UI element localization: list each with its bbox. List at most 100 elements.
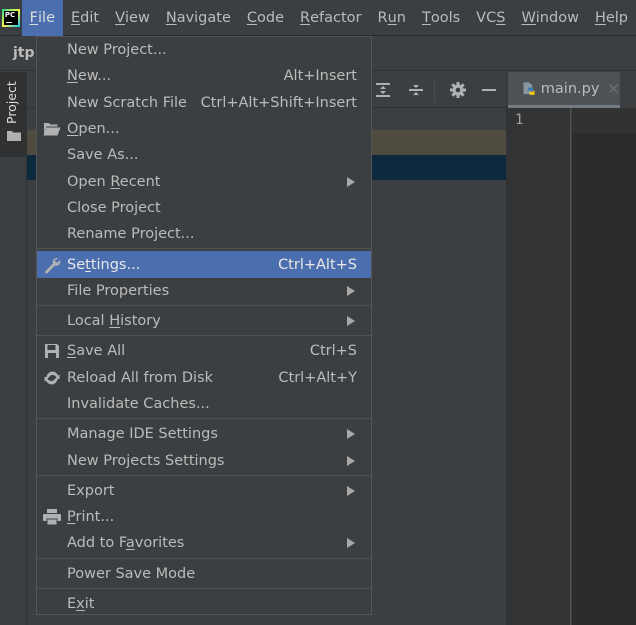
- menu-label-part: avigate: [176, 9, 231, 26]
- submenu-arrow-icon: [347, 176, 355, 187]
- menu-item-reload-all-from-disk[interactable]: Reload All from Disk Ctrl+Alt+Y: [37, 365, 371, 391]
- menu-item-label: Save As...: [67, 147, 139, 164]
- menu-item-save-as[interactable]: Save As...: [37, 142, 371, 168]
- menu-item-label: Reload All from Disk: [67, 369, 214, 386]
- logo-text: PC: [4, 10, 16, 19]
- menu-item-new-project[interactable]: New Project...: [37, 37, 371, 63]
- menu-item-new-scratch-file[interactable]: New Scratch File Ctrl+Alt+Shift+Insert: [37, 90, 371, 116]
- shortcut-label: Ctrl+Alt+Shift+Insert: [200, 94, 357, 111]
- shortcut-label: Ctrl+S: [309, 343, 357, 360]
- menu-item-label: Open...: [67, 121, 120, 138]
- menu-label-part: F: [29, 9, 39, 26]
- menu-tools[interactable]: Tools: [414, 0, 468, 36]
- menu-item-add-to-favorites[interactable]: Add to Favorites: [37, 530, 371, 556]
- close-tab-icon[interactable]: ✕: [607, 80, 620, 98]
- menu-label-part: V: [115, 9, 126, 26]
- menu-item-save-all[interactable]: Save All Ctrl+S: [37, 338, 371, 364]
- code-editor[interactable]: [572, 108, 636, 625]
- shortcut-label: Ctrl+Alt+Y: [278, 369, 357, 386]
- menu-label-part: u: [387, 9, 397, 26]
- menu-label-part: R: [377, 9, 388, 26]
- menu-label-part: ode: [257, 9, 285, 26]
- menu-item-label: Rename Project...: [67, 226, 195, 243]
- menu-item-open[interactable]: Open...: [37, 116, 371, 142]
- line-number: 1: [515, 112, 524, 128]
- menu-item-invalidate-caches[interactable]: Invalidate Caches...: [37, 391, 371, 417]
- file-menu-dropdown: New Project... New... Alt+Insert New Scratc…: [36, 36, 372, 615]
- menu-item-label: Power Save Mode: [67, 565, 196, 582]
- editor-tab-main-py[interactable]: main.py ✕: [508, 72, 620, 108]
- menu-label-part: efactor: [310, 9, 362, 26]
- submenu-arrow-icon: [347, 429, 355, 440]
- menu-item-label: Invalidate Caches...: [67, 396, 210, 412]
- menu-item-label: New Projects Settings: [67, 452, 225, 469]
- menu-label-part: dit: [80, 9, 100, 26]
- menu-label-part: n: [396, 9, 406, 26]
- menu-item-label: Settings...: [67, 256, 141, 273]
- menu-item-manage-ide-settings[interactable]: Manage IDE Settings: [37, 421, 371, 447]
- reload-icon: [42, 369, 62, 387]
- menu-item-label: Local History: [67, 313, 161, 330]
- menu-item-label: Close Project: [67, 199, 161, 216]
- submenu-arrow-icon: [347, 316, 355, 327]
- menu-item-new-projects-settings[interactable]: New Projects Settings: [37, 447, 371, 473]
- shortcut-label: Alt+Insert: [283, 68, 357, 85]
- project-name-breadcrumb[interactable]: jtp: [13, 45, 35, 61]
- collapse-all-icon[interactable]: [406, 80, 426, 100]
- menu-item-label: Exit: [67, 596, 95, 613]
- minimize-icon[interactable]: [479, 80, 499, 100]
- folder-icon: [7, 131, 21, 141]
- menu-item-file-properties[interactable]: File Properties: [37, 278, 371, 304]
- menu-item-print[interactable]: Print...: [37, 504, 371, 530]
- menu-edit[interactable]: Edit: [63, 0, 107, 36]
- menu-item-exit[interactable]: Exit: [37, 591, 371, 617]
- menu-item-power-save-mode[interactable]: Power Save Mode: [37, 561, 371, 587]
- editor-tabs: main.py ✕: [506, 72, 636, 108]
- save-icon: [42, 342, 62, 360]
- menu-label-part: iew: [125, 9, 150, 26]
- menu-item-new[interactable]: New... Alt+Insert: [37, 63, 371, 89]
- menu-item-label: Save All: [67, 343, 126, 360]
- toolbar-separator: [434, 78, 435, 102]
- menu-item-label: Manage IDE Settings: [67, 426, 218, 443]
- menu-label-part: R: [300, 9, 311, 26]
- menu-bar: PC File Edit View Navigate Code Refactor Ru n To…: [0, 0, 636, 36]
- menu-label-part: elp: [605, 9, 628, 26]
- menu-item-label: New Scratch File: [67, 94, 187, 111]
- submenu-arrow-icon: [347, 455, 355, 466]
- menu-code[interactable]: Code: [239, 0, 292, 36]
- menu-window[interactable]: Window: [513, 0, 587, 36]
- menu-view[interactable]: View: [107, 0, 158, 36]
- menu-item-label: New...: [67, 68, 112, 85]
- menu-refactor[interactable]: Refactor: [292, 0, 369, 36]
- menu-item-label: File Properties: [67, 282, 170, 299]
- menu-item-close-project[interactable]: Close Project: [37, 195, 371, 221]
- project-tool-window-button[interactable]: Project: [0, 72, 27, 157]
- menu-label-part: S: [496, 9, 506, 26]
- menu-vcs[interactable]: VC S: [468, 0, 513, 36]
- left-tool-stripe: Project: [0, 72, 27, 625]
- menu-label-part: E: [71, 9, 81, 26]
- menu-item-open-recent[interactable]: Open Recent: [37, 168, 371, 194]
- editor-tab-label: main.py: [540, 80, 600, 97]
- menu-item-export[interactable]: Export: [37, 478, 371, 504]
- menu-help[interactable]: Help: [587, 0, 636, 36]
- gear-icon[interactable]: [448, 80, 468, 100]
- menu-item-local-history[interactable]: Local History: [37, 308, 371, 334]
- menu-run[interactable]: Run: [370, 0, 414, 36]
- submenu-arrow-icon: [347, 485, 355, 496]
- menu-label-part: W: [521, 9, 536, 26]
- menu-item-label: Open Recent: [67, 173, 161, 190]
- menu-file[interactable]: File: [21, 0, 63, 36]
- submenu-arrow-icon: [347, 285, 355, 296]
- expand-all-icon[interactable]: [373, 80, 393, 100]
- menu-label-part: ools: [430, 9, 461, 26]
- folder-open-icon: [42, 120, 62, 138]
- menu-navigate[interactable]: Navigate: [158, 0, 239, 36]
- menu-item-settings[interactable]: Settings... Ctrl+Alt+S: [37, 251, 371, 278]
- menu-item-rename-project[interactable]: Rename Project...: [37, 221, 371, 247]
- menu-item-label: Print...: [67, 509, 115, 526]
- python-file-icon: [523, 81, 535, 95]
- menu-label-part: H: [594, 9, 606, 26]
- menu-item-label: Add to Favorites: [67, 535, 185, 552]
